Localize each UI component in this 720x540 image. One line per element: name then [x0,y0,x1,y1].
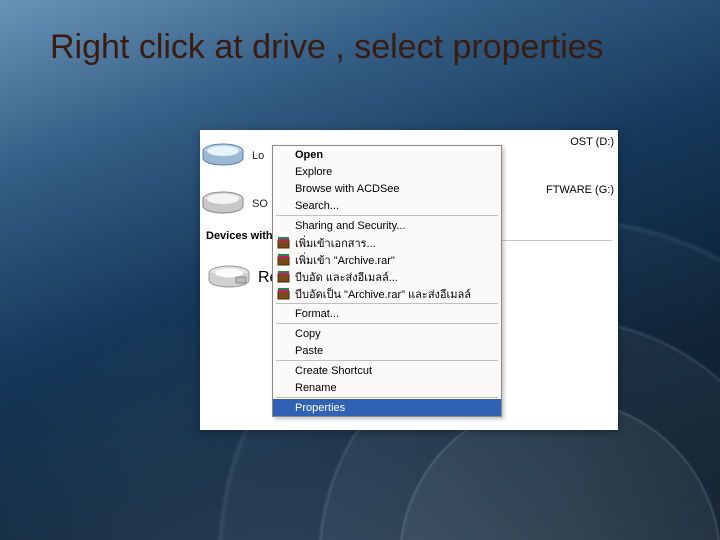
menu-copy[interactable]: Copy [273,325,501,342]
menu-sharing-security[interactable]: Sharing and Security... [273,217,501,234]
menu-separator [276,323,498,324]
menu-browse-acdsee[interactable]: Browse with ACDSee [273,180,501,197]
drive-soft-text: SO [252,198,268,210]
menu-rar-add-named[interactable]: เพิ่มเข้า "Archive.rar" [273,251,501,268]
menu-explore[interactable]: Explore [273,163,501,180]
menu-separator [276,397,498,398]
rar-icon [277,236,290,249]
drive-local-text: Lo [252,150,264,162]
devices-header: Devices with [206,230,279,242]
menu-create-shortcut[interactable]: Create Shortcut [273,362,501,379]
removable-drive-icon [206,264,252,292]
hdd-icon [200,142,246,170]
menu-rar-add-archive-label: เพิ่มเข้าเอกสาร... [295,234,376,252]
drive-label-g: FTWARE (G:) [546,184,614,196]
menu-separator [276,360,498,361]
menu-rar-compress-email[interactable]: บีบอัด และส่งอีเมลล์... [273,268,501,285]
rar-icon [277,253,290,266]
drive-removable[interactable]: Re [200,254,278,302]
drive-label-d: OST (D:) [570,136,614,148]
screenshot-panel: OST (D:) FTWARE (G:) Lo SO [200,130,618,430]
hdd-icon [200,190,246,218]
menu-open[interactable]: Open [273,146,501,163]
menu-rename[interactable]: Rename [273,379,501,396]
context-menu: Open Explore Browse with ACDSee Search..… [272,145,502,417]
menu-rar-compress-named-email-label: บีบอัดเป็น "Archive.rar" และส่งอีเมลล์ [295,285,471,303]
menu-rar-compress-email-label: บีบอัด และส่งอีเมลล์... [295,268,398,286]
rar-icon [277,270,290,283]
menu-rar-add-named-label: เพิ่มเข้า "Archive.rar" [295,251,395,269]
slide-title: Right click at drive , select properties [50,28,604,67]
slide: Right click at drive , select properties… [0,0,720,540]
menu-rar-add-archive[interactable]: เพิ่มเข้าเอกสาร... [273,234,501,251]
menu-separator [276,215,498,216]
menu-paste[interactable]: Paste [273,342,501,359]
menu-rar-compress-named-email[interactable]: บีบอัดเป็น "Archive.rar" และส่งอีเมลล์ [273,285,501,302]
menu-separator [276,303,498,304]
rar-icon [277,287,290,300]
menu-search[interactable]: Search... [273,197,501,214]
menu-properties[interactable]: Properties [273,399,501,416]
menu-format[interactable]: Format... [273,305,501,322]
